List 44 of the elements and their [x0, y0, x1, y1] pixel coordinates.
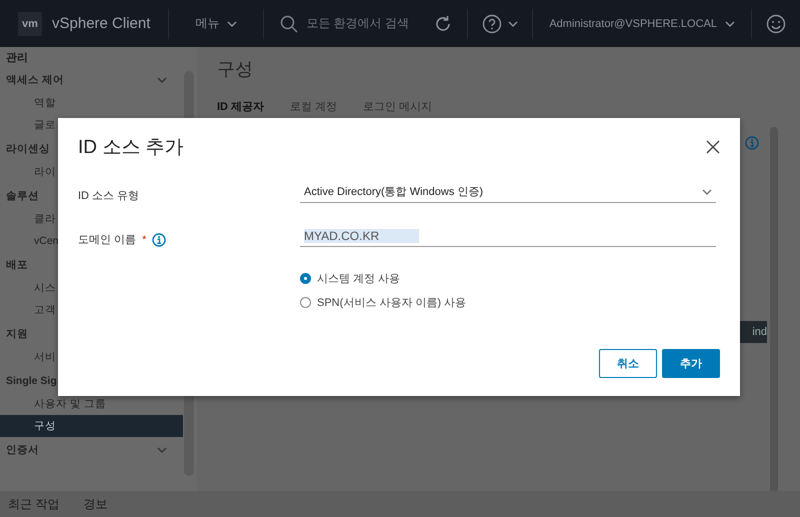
user-menu[interactable]: Administrator@VSPHERE.LOCAL	[549, 18, 717, 30]
caret-icon	[227, 20, 238, 26]
sidebar-group[interactable]: 솔루션	[6, 188, 39, 202]
chevron-down-icon	[157, 76, 167, 82]
info-icon[interactable]	[152, 232, 166, 246]
search-field[interactable]: 모든 환경에서 검색	[306, 15, 410, 32]
search-icon[interactable]	[280, 14, 298, 32]
sidebar-item[interactable]: 구성	[0, 415, 183, 437]
dialog-title: ID 소스 추가	[78, 136, 184, 160]
sidebar-title: 관리	[5, 51, 29, 66]
radio-option[interactable]: SPN(서비스 사용자 이름) 사용	[300, 295, 720, 310]
sidebar-group[interactable]: 액세스 제어	[6, 72, 64, 86]
required-mark: *	[142, 234, 146, 246]
field-label: 도메인 이름	[78, 233, 136, 247]
radio-option[interactable]: 시스템 계정 사용	[300, 271, 720, 286]
input-field[interactable]: MYAD.CO.KR	[300, 227, 716, 247]
sidebar-group[interactable]: 라이센싱	[6, 142, 50, 156]
sidebar-group[interactable]: 인증서	[6, 442, 39, 456]
caret-icon	[702, 188, 712, 194]
vm-logo: vm	[18, 12, 42, 36]
sidebar-group[interactable]: 지원	[6, 326, 28, 340]
tab[interactable]: ID 제공자	[217, 101, 264, 114]
help-icon[interactable]	[482, 14, 502, 34]
bottom-tab[interactable]: 최근 작업	[8, 496, 60, 512]
product-name: vSphere Client	[52, 15, 150, 32]
bottom-tab[interactable]: 경보	[83, 496, 108, 512]
smiley-icon[interactable]	[766, 14, 786, 34]
sidebar-group[interactable]: Single Sig	[6, 374, 57, 388]
menu-button[interactable]: 메뉴	[169, 15, 264, 32]
select-field[interactable]: Active Directory(통합 Windows 인증)	[300, 182, 716, 203]
tab[interactable]: 로그인 메시지	[363, 101, 432, 114]
sidebar-group[interactable]: 배포	[6, 258, 28, 272]
add-button[interactable]: 추가	[662, 349, 720, 378]
chevron-down-icon	[157, 446, 167, 452]
tab[interactable]: 로컬 계정	[290, 101, 338, 114]
page-title: 구성	[217, 58, 254, 81]
sidebar-item[interactable]: 역할	[0, 92, 183, 114]
field-label: ID 소스 유형	[78, 189, 140, 203]
panel-button[interactable]: ind	[737, 321, 767, 343]
sidebar-item[interactable]: 사용자 및 그룹	[0, 393, 183, 415]
caret-icon	[508, 20, 518, 26]
close-button[interactable]	[706, 140, 720, 154]
caret-icon	[725, 20, 735, 26]
cancel-button[interactable]: 취소	[599, 349, 657, 378]
